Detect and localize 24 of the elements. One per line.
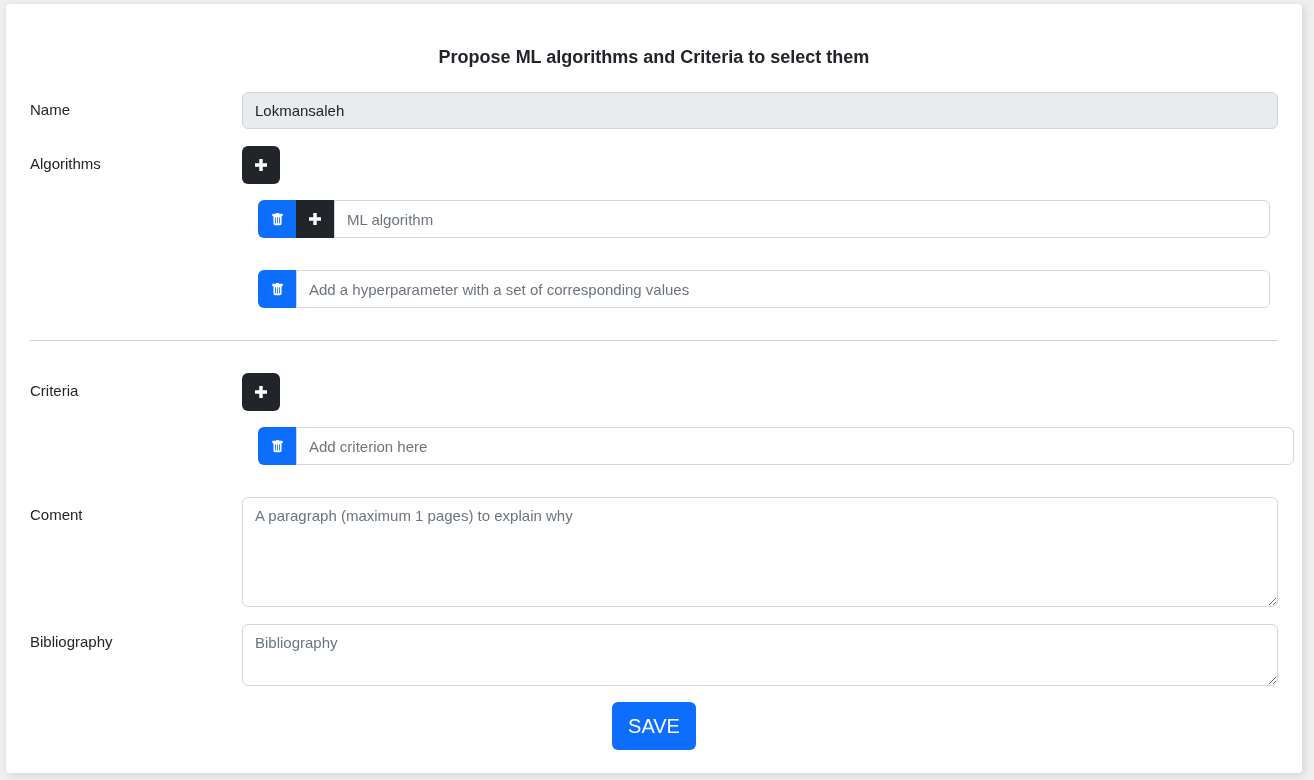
delete-button[interactable] <box>258 200 296 238</box>
field-label: Name <box>30 101 70 118</box>
field-label: Coment <box>30 506 83 523</box>
plus-icon <box>255 159 267 171</box>
add-button[interactable] <box>296 200 334 238</box>
comment-textarea[interactable]: A paragraph (maximum 1 pages) to explain why <box>242 497 1278 607</box>
field-label: Bibliography <box>30 633 113 650</box>
field-label: Algorithms <box>30 155 101 172</box>
bibliography-textarea[interactable]: Bibliography <box>242 624 1278 686</box>
algorithm-input[interactable]: ML algorithm <box>334 200 1270 238</box>
trash-icon <box>271 212 283 226</box>
hyperparameter-input[interactable]: Add a hyperparameter with a set of corresponding values <box>296 270 1270 308</box>
trash-icon <box>271 439 283 453</box>
form-title: Propose ML algorithms and Criteria to select them <box>437 46 871 69</box>
add-button[interactable] <box>242 373 280 411</box>
delete-button[interactable] <box>258 270 296 308</box>
plus-icon <box>309 213 321 225</box>
save-button[interactable]: SAVE <box>612 702 696 750</box>
trash-icon <box>271 282 283 296</box>
field-label: Criteria <box>30 382 79 399</box>
criterion-input[interactable]: Add criterion here <box>296 427 1294 465</box>
add-button[interactable] <box>242 146 280 184</box>
delete-button[interactable] <box>258 427 296 465</box>
plus-icon <box>255 386 267 398</box>
